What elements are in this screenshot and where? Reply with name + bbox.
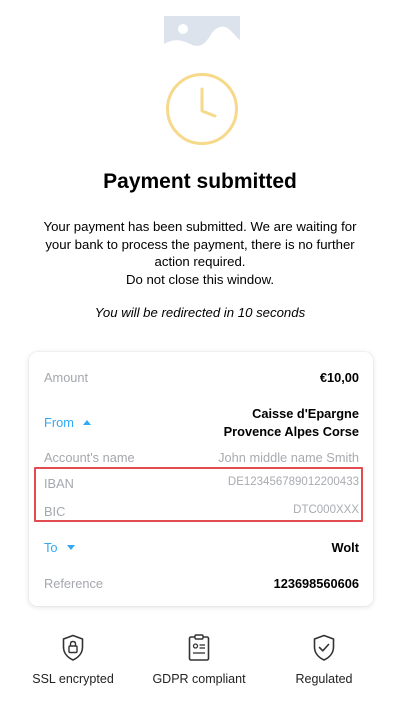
merchant-logo-placeholder: [164, 16, 240, 52]
account-name-label: Account's name: [44, 450, 135, 465]
caret-down-icon: [66, 545, 75, 550]
from-toggle[interactable]: From: [44, 415, 91, 430]
to-toggle[interactable]: To: [44, 540, 75, 555]
clock-icon: [165, 72, 239, 146]
iban-value: DE123456789012200433: [227, 476, 359, 488]
account-name-row: Account's name John middle name Smith: [44, 450, 359, 465]
check-shield-icon: [313, 634, 335, 661]
from-label: From: [44, 415, 74, 430]
page-title: Payment submitted: [103, 170, 297, 193]
ssl-badge: SSL encrypted: [18, 634, 128, 686]
bic-label: BIC: [44, 504, 66, 519]
to-label: To: [44, 540, 58, 555]
description-line: Your payment has been submitted. We are …: [43, 219, 357, 234]
bank-name-line2: Provence Alpes Corse: [223, 424, 359, 439]
description-line: Do not close this window.: [125, 271, 275, 287]
caret-up-icon: [82, 420, 91, 425]
gdpr-badge: GDPR compliant: [144, 634, 254, 686]
iban-row: IBAN DE123456789012200433: [44, 476, 359, 491]
account-name-value: John middle name Smith: [218, 450, 359, 465]
to-value: Wolt: [331, 540, 359, 555]
bic-value: DTC000XXX: [293, 504, 359, 516]
payment-details-card: Amount €10,00 From Caisse d'Epargne Prov…: [29, 352, 373, 606]
reference-label: Reference: [44, 576, 104, 591]
amount-row: Amount €10,00: [44, 370, 359, 385]
amount-value: €10,00: [319, 370, 359, 385]
lock-shield-icon: [62, 634, 84, 661]
status-description: Your payment has been submitted. We are …: [30, 218, 370, 288]
reference-row: Reference 123698560606: [44, 576, 359, 591]
redirect-notice: You will be redirected in 10 seconds: [94, 305, 306, 320]
regulated-label: Regulated: [295, 672, 353, 686]
regulated-badge: Regulated: [269, 634, 379, 686]
to-row: To Wolt: [44, 540, 359, 555]
reference-value: 123698560606: [273, 576, 359, 591]
description-line: your bank to process the payment, there …: [45, 236, 355, 252]
document-icon: [188, 634, 210, 661]
bic-row: BIC DTC000XXX: [44, 504, 359, 519]
gdpr-label: GDPR compliant: [152, 672, 246, 686]
amount-label: Amount: [44, 370, 89, 385]
image-placeholder-icon: [164, 16, 240, 52]
iban-label: IBAN: [44, 476, 74, 491]
description-line: action required.: [154, 254, 246, 269]
from-bank-name: Caisse d'Epargne Provence Alpes Corse: [224, 405, 359, 441]
from-row: From Caisse d'Epargne Provence Alpes Cor…: [44, 405, 359, 441]
bank-name-line1: Caisse d'Epargne: [252, 406, 359, 421]
ssl-label: SSL encrypted: [32, 672, 114, 686]
